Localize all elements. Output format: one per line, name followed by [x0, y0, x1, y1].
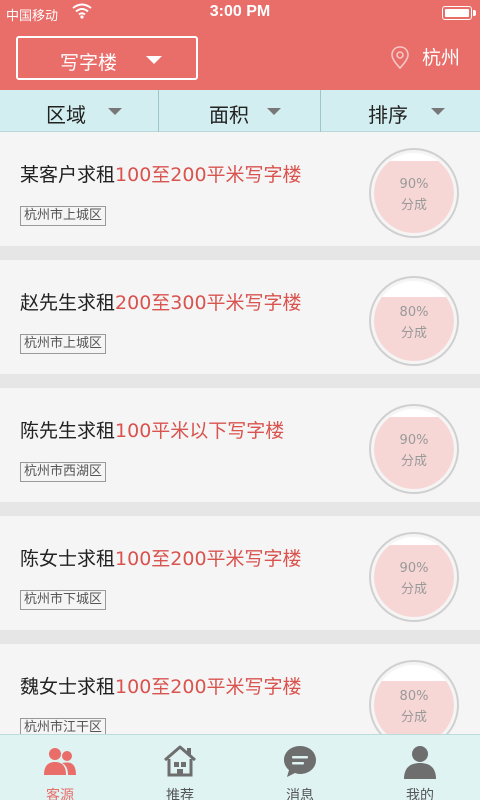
- listing-title: 赵先生求租200至300平米写字楼: [20, 288, 302, 315]
- commission-ring: 80% 分成: [369, 276, 459, 366]
- category-label: 写字楼: [60, 52, 118, 74]
- tab-messages[interactable]: 消息: [240, 735, 360, 800]
- commission-ring: 90% 分成: [369, 148, 459, 238]
- district-tag: 杭州市上城区: [20, 334, 107, 354]
- commission-caption: 分成: [400, 198, 427, 213]
- filter-sort[interactable]: 排序: [321, 90, 480, 132]
- filter-sort-label: 排序: [368, 103, 408, 127]
- list-item[interactable]: 陈先生求租100平米以下写字楼 杭州市西湖区 90% 分成: [0, 388, 480, 502]
- listing-list[interactable]: 某客户求租100至200平米写字楼 杭州市上城区 90% 分成 赵先生求租200至…: [0, 132, 480, 734]
- status-bar: 中国移动 3:00 PM: [0, 0, 480, 26]
- commission-ring: 90% 分成: [369, 532, 459, 622]
- listing-name: 陈女士求租: [20, 548, 116, 570]
- commission-ring: 90% 分成: [369, 404, 459, 494]
- listing-detail: 100至200平米写字楼: [115, 548, 302, 570]
- listing-name: 陈先生求租: [20, 420, 116, 442]
- listing-detail: 100至200平米写字楼: [115, 676, 302, 698]
- commission-caption: 分成: [400, 326, 427, 341]
- commission-caption: 分成: [400, 710, 427, 725]
- listing-title: 某客户求租100至200平米写字楼: [20, 160, 302, 187]
- tab-profile[interactable]: 我的: [360, 735, 480, 800]
- listing-title: 魏女士求租100至200平米写字楼: [20, 672, 302, 699]
- list-item[interactable]: 赵先生求租200至300平米写字楼 杭州市上城区 80% 分成: [0, 260, 480, 374]
- message-icon: [284, 746, 316, 777]
- commission-percent: 80%: [399, 305, 429, 320]
- commission-percent: 90%: [399, 561, 429, 576]
- app-header: 中国移动 3:00 PM 写字楼 杭州: [0, 0, 480, 90]
- filter-area-label: 面积: [209, 103, 249, 127]
- district-tag: 杭州市上城区: [20, 206, 107, 226]
- tab-customers[interactable]: 客源: [0, 735, 120, 800]
- tab-messages-label: 消息: [286, 788, 314, 800]
- city-label: 杭州: [421, 47, 460, 69]
- listing-title: 陈女士求租100至200平米写字楼: [20, 544, 302, 571]
- filter-bar: 区域 面积 排序: [0, 90, 480, 132]
- tab-profile-label: 我的: [406, 788, 434, 800]
- listing-detail: 100平米以下写字楼: [115, 420, 285, 442]
- listing-name: 赵先生求租: [20, 292, 116, 314]
- filter-district-label: 区域: [46, 103, 86, 127]
- tab-recommend[interactable]: 推荐: [120, 735, 240, 800]
- location-pin-icon: [391, 46, 409, 70]
- listing-detail: 100至200平米写字楼: [115, 164, 302, 186]
- city-selector[interactable]: 杭州: [391, 44, 460, 72]
- tab-recommend-label: 推荐: [166, 788, 194, 800]
- filter-area[interactable]: 面积: [159, 90, 320, 132]
- list-item[interactable]: 某客户求租100至200平米写字楼 杭州市上城区 90% 分成: [0, 132, 480, 246]
- battery-icon: [442, 6, 476, 20]
- listing-title: 陈先生求租100平米以下写字楼: [20, 416, 284, 443]
- listing-name: 魏女士求租: [20, 676, 116, 698]
- house-icon: [164, 745, 196, 777]
- status-time: 3:00 PM: [209, 3, 271, 20]
- profile-icon: [404, 746, 436, 779]
- listing-name: 某客户求租: [20, 164, 116, 186]
- chevron-down-icon: [267, 108, 281, 115]
- chevron-down-icon: [108, 108, 122, 115]
- commission-ring: 80% 分成: [369, 660, 459, 734]
- listing-detail: 200至300平米写字楼: [115, 292, 302, 314]
- district-tag: 杭州市下城区: [20, 590, 107, 610]
- chevron-down-icon: [146, 56, 162, 64]
- commission-caption: 分成: [400, 454, 427, 469]
- district-tag: 杭州市江干区: [20, 718, 107, 734]
- district-tag: 杭州市西湖区: [20, 462, 107, 482]
- commission-percent: 90%: [399, 433, 429, 448]
- list-item[interactable]: 魏女士求租100至200平米写字楼 杭州市江干区 80% 分成: [0, 644, 480, 734]
- commission-percent: 90%: [399, 177, 429, 192]
- list-item[interactable]: 陈女士求租100至200平米写字楼 杭州市下城区 90% 分成: [0, 516, 480, 630]
- commission-percent: 80%: [399, 689, 429, 704]
- tab-customers-label: 客源: [46, 788, 74, 800]
- customers-icon: [44, 748, 76, 775]
- bottom-tab-bar: 客源 推荐 消息 我的: [0, 734, 480, 800]
- chevron-down-icon: [431, 108, 445, 115]
- category-dropdown[interactable]: 写字楼: [16, 36, 198, 80]
- commission-caption: 分成: [400, 582, 427, 597]
- filter-district[interactable]: 区域: [0, 90, 158, 132]
